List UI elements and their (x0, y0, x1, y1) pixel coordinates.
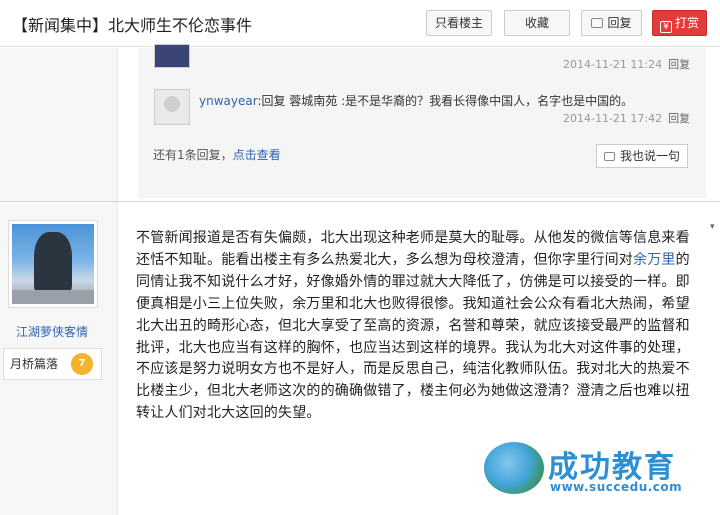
post-divider (0, 201, 720, 202)
tip-button[interactable]: ¥ 打赏 (652, 10, 707, 36)
post-text: 不管新闻报道是否有失偏颇，北大出现这种老师是莫大的耻辱。从他发的微信等信息来看还… (136, 230, 690, 268)
author-avatar[interactable] (8, 220, 98, 308)
reply-text: ynwayear:回复 蓉城南苑 :是不是华裔的？我看长得像中国人，名字也是中国… (199, 92, 633, 109)
reply-avatar[interactable] (154, 44, 190, 68)
watermark-logo-icon (484, 442, 544, 494)
favorite-button[interactable]: 收藏 (504, 10, 570, 36)
post-text: 的同情让我不知说什么才好，好像婚外情的罪过就大大降低了，仿佛是可以接受的一样。即… (136, 251, 690, 422)
post-content: 不管新闻报道是否有失偏颇，北大出现这种老师是莫大的耻辱。从他发的微信等信息来看还… (136, 228, 702, 425)
thread-header: 【新闻集中】北大师生不伦恋事件 只看楼主 收藏 回复 ¥ 打赏 (0, 0, 720, 47)
author-name[interactable]: 江湖萝侠客情 (0, 323, 104, 340)
more-replies-prefix: 还有1条回复， (153, 148, 233, 162)
reply-meta: 2014-11-21 11:24 回复 (563, 56, 690, 72)
reply-link[interactable]: 回复 (668, 112, 690, 125)
watermark-url: www.succedu.com (550, 480, 683, 494)
reply-button[interactable]: 回复 (581, 10, 642, 36)
sub-replies: 2014-11-21 11:24 回复 ynwayear:回复 蓉城南苑 :是不是… (138, 44, 706, 198)
post-keyword-link[interactable]: 余万里 (633, 252, 676, 268)
reply-username[interactable]: ynwayear (199, 94, 257, 108)
avatar-image (12, 224, 94, 304)
badge-label: 月桥篇落 (10, 357, 59, 371)
reply-content: :回复 蓉城南苑 :是不是华裔的？我看长得像中国人，名字也是中国的。 (257, 94, 634, 108)
dropdown-arrow-icon[interactable]: ▾ (710, 222, 720, 236)
money-icon: ¥ (659, 21, 672, 33)
reply-avatar[interactable] (154, 89, 190, 125)
comment-icon (591, 18, 604, 28)
say-something-label: 我也说一句 (619, 149, 680, 163)
reply-timestamp: 2014-11-21 17:42 (563, 112, 663, 125)
comment-icon (603, 152, 615, 161)
reply-meta: 2014-11-21 17:42 回复 (563, 110, 690, 126)
level-badge[interactable]: 月桥篇落 7 (3, 348, 102, 380)
reply-timestamp: 2014-11-21 11:24 (563, 58, 663, 71)
level-icon: 7 (71, 353, 93, 375)
reply-link[interactable]: 回复 (668, 58, 690, 71)
watermark: 成功教育 www.succedu.com (484, 440, 694, 500)
thread-title: 【新闻集中】北大师生不伦恋事件 (12, 16, 253, 35)
say-something-button[interactable]: 我也说一句 (596, 144, 688, 168)
view-more-link[interactable]: 点击查看 (233, 148, 281, 162)
tip-button-label: 打赏 (674, 16, 699, 30)
only-author-button[interactable]: 只看楼主 (426, 10, 492, 36)
more-replies: 还有1条回复，点击查看 (153, 146, 281, 163)
reply-button-label: 回复 (607, 16, 632, 30)
